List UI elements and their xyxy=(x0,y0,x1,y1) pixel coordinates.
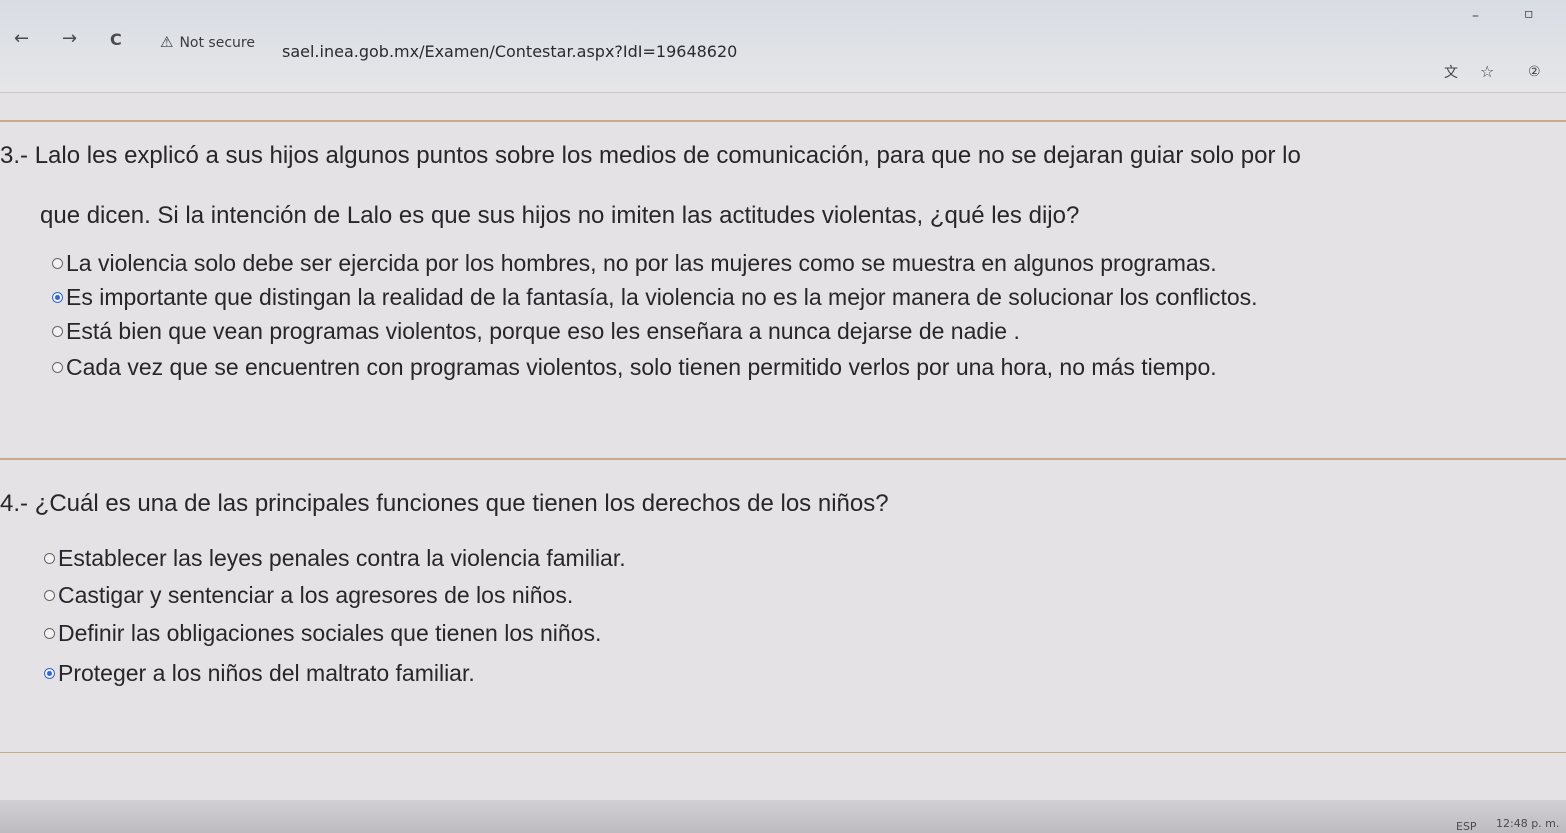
radio-button-checked[interactable] xyxy=(52,292,63,303)
clock[interactable]: 12:48 p. m. xyxy=(1496,817,1559,830)
language-indicator[interactable]: ESP xyxy=(1456,820,1477,833)
question-4-text: 4.- ¿Cuál es una de las principales func… xyxy=(0,488,889,519)
divider xyxy=(0,120,1566,122)
bookmark-star-icon[interactable]: ☆ xyxy=(1480,62,1494,81)
question-line-1: Lalo les explicó a sus hijos algunos pun… xyxy=(34,142,1301,169)
security-label: Not secure xyxy=(179,35,255,51)
forward-icon[interactable]: → xyxy=(62,28,77,49)
option-label: Castigar y sentenciar a los agresores de… xyxy=(58,582,574,608)
radio-button[interactable] xyxy=(52,258,63,269)
answer-option[interactable]: Establecer las leyes penales contra la v… xyxy=(44,545,626,572)
minimize-icon[interactable]: – xyxy=(1472,8,1479,24)
security-indicator[interactable]: ⚠ Not secure xyxy=(160,33,255,51)
radio-button[interactable] xyxy=(44,553,55,564)
restore-icon[interactable]: ▫ xyxy=(1524,6,1534,22)
browser-toolbar: ← → C ⚠ Not secure sael.inea.gob.mx/Exame… xyxy=(0,0,1566,93)
question-3-text-line-2: que dicen. Si la intención de Lalo es qu… xyxy=(40,202,1080,229)
option-label: Establecer las leyes penales contra la v… xyxy=(58,545,626,571)
option-label: Cada vez que se encuentren con programas… xyxy=(66,354,1217,380)
warning-icon: ⚠ xyxy=(160,33,174,51)
answer-option[interactable]: La violencia solo debe ser ejercida por … xyxy=(52,250,1217,277)
answer-option-selected[interactable]: Proteger a los niños del maltrato famili… xyxy=(44,660,475,687)
option-label: Proteger a los niños del maltrato famili… xyxy=(58,660,475,686)
question-number: 4.- xyxy=(0,490,29,517)
translate-icon[interactable]: 文 xyxy=(1444,62,1458,82)
radio-button[interactable] xyxy=(52,362,63,373)
question-line-1: ¿Cuál es una de las principales funcione… xyxy=(34,490,889,517)
question-3-text: 3.- Lalo les explicó a sus hijos algunos… xyxy=(0,140,1301,171)
divider xyxy=(0,752,1566,753)
reload-icon[interactable]: C xyxy=(110,30,122,49)
option-label: La violencia solo debe ser ejercida por … xyxy=(66,250,1217,276)
answer-option[interactable]: Definir las obligaciones sociales que ti… xyxy=(44,620,601,647)
radio-button[interactable] xyxy=(44,590,55,601)
address-bar[interactable]: sael.inea.gob.mx/Examen/Contestar.aspx?I… xyxy=(282,42,737,61)
divider xyxy=(0,458,1566,460)
question-number: 3.- xyxy=(0,142,29,169)
answer-option[interactable]: Castigar y sentenciar a los agresores de… xyxy=(44,582,573,609)
answer-option-selected[interactable]: Es importante que distingan la realidad … xyxy=(52,284,1258,311)
radio-button[interactable] xyxy=(52,326,63,337)
option-label: Definir las obligaciones sociales que ti… xyxy=(58,620,602,646)
back-icon[interactable]: ← xyxy=(14,28,29,49)
radio-button-checked[interactable] xyxy=(44,668,55,679)
option-label: Es importante que distingan la realidad … xyxy=(66,284,1258,310)
answer-option[interactable]: Está bien que vean programas violentos, … xyxy=(52,318,1020,345)
radio-button[interactable] xyxy=(44,628,55,639)
option-label: Está bien que vean programas violentos, … xyxy=(66,318,1020,344)
taskbar: ESP 12:48 p. m. xyxy=(0,800,1566,833)
profile-icon[interactable]: ② xyxy=(1528,64,1541,80)
answer-option[interactable]: Cada vez que se encuentren con programas… xyxy=(52,354,1217,381)
